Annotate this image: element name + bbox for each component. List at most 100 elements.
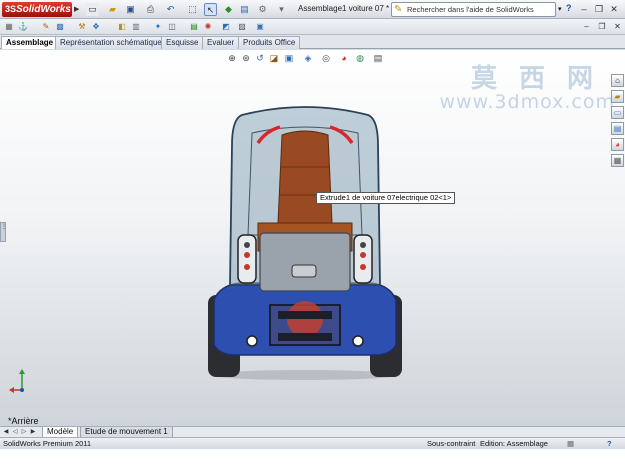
seat-back — [277, 130, 333, 224]
pane-close-icon[interactable]: ✕ — [612, 21, 623, 32]
hide-show-items-icon[interactable]: ◎ — [320, 52, 332, 64]
constraint-status: Sous-contraint — [427, 439, 476, 448]
left-light-dot-3 — [244, 264, 250, 270]
instant3d-icon[interactable]: ◩ — [220, 21, 232, 33]
close-icon[interactable]: ✕ — [608, 3, 620, 15]
customize-arrow-icon[interactable]: ▾ — [275, 3, 288, 16]
view-orientation-icon[interactable]: ▣ — [283, 52, 295, 64]
feature-manager-handle[interactable]: ⋮ — [0, 222, 7, 242]
help-search-placeholder: Rechercher dans l'aide de SolidWorks — [407, 5, 534, 14]
sketch-icon[interactable]: ✎ — [40, 21, 52, 33]
minimize-icon[interactable]: – — [578, 3, 590, 15]
pane-restore-icon[interactable]: ❐ — [596, 21, 607, 32]
zoom-to-fit-icon[interactable]: ⊕ — [226, 52, 238, 64]
restore-icon[interactable]: ❐ — [593, 3, 605, 15]
tab-representation-schematique[interactable]: Représentation schématique — [55, 36, 167, 49]
version-label: SolidWorks Premium 2011 — [3, 439, 92, 448]
mate-icon[interactable]: ⚓ — [17, 21, 29, 33]
reference-geometry-icon[interactable]: ✦ — [152, 21, 164, 33]
custom-properties-icon[interactable]: ▦ — [611, 154, 624, 167]
right-light-dot-3 — [360, 264, 366, 270]
help-search-icon: ✎ — [394, 4, 403, 15]
bill-of-materials-icon[interactable]: ▤ — [188, 21, 200, 33]
left-light-dot-1 — [244, 242, 250, 248]
component-pattern-icon[interactable]: ▩ — [54, 21, 66, 33]
status-help-icon[interactable]: ? — [607, 439, 612, 449]
graphics-area[interactable]: ⊕ ⊛ ↺ ◪ ▣ ◈ ◎ ◕ ◍ ▤ 莫西网 www.3dmox.com ⌂ … — [0, 50, 625, 426]
resources-icon[interactable]: ⌂ — [611, 74, 624, 87]
new-motion-study-icon[interactable]: ◫ — [166, 21, 178, 33]
zoom-area-icon[interactable]: ⊛ — [240, 52, 252, 64]
show-hidden-icon[interactable]: ◧ — [116, 21, 128, 33]
right-reflector — [352, 335, 364, 347]
save-icon[interactable]: ▣ — [124, 3, 137, 16]
file-explorer-icon[interactable]: ▭ — [611, 106, 624, 119]
component-tooltip: Extrude1 de voiture 07electrique 02<1> — [316, 192, 456, 204]
tab-produits-office[interactable]: Produits Office — [238, 36, 301, 49]
z-axis — [20, 388, 24, 392]
chassis-bar-2 — [278, 333, 332, 341]
undo-icon[interactable]: ↶ — [164, 3, 177, 16]
first-tab-icon[interactable]: ◀ — [2, 428, 10, 437]
model-tabs-bar: ◀ ◁ ▷ ▶ Modèle Etude de mouvement 1 — [0, 426, 625, 438]
section-view-icon[interactable]: ◪ — [268, 52, 280, 64]
options-icon[interactable]: ⚙ — [256, 3, 269, 16]
rear-handle — [291, 264, 317, 278]
view-palette-icon[interactable]: ▤ — [611, 122, 624, 135]
rear-panel — [259, 232, 351, 292]
exploded-view-icon[interactable]: ✺ — [202, 21, 214, 33]
new-document-icon[interactable]: ▭ — [86, 3, 99, 16]
title-bar: 3S SolidWorks ▶ ▭ ▰ ▣ ⎙ ↶ ⬚ ↖ ◆ ▤ ⚙ ▾ As… — [0, 0, 625, 19]
chassis-bar-1 — [278, 311, 332, 319]
insert-component-icon[interactable]: ▦ — [3, 21, 15, 33]
command-toolbar: ▦ ⚓ ✎ ▩ ⚒ ✥ ◧ ▥ ✦ ◫ ▤ ✺ ◩ ▨ ▣ – ❐ ✕ — [0, 19, 625, 35]
prev-tab-icon[interactable]: ◁ — [11, 428, 19, 437]
app-name: SolidWorks — [16, 4, 71, 15]
help-search-input[interactable]: ✎ Rechercher dans l'aide de SolidWorks — [391, 2, 556, 17]
file-properties-icon[interactable]: ▤ — [238, 3, 251, 16]
watermark-url: www.3dmox.com — [439, 91, 615, 113]
status-bar: SolidWorks Premium 2011 Sous-contraint E… — [0, 437, 625, 449]
left-light-dot-2 — [244, 252, 250, 258]
tab-esquisse[interactable]: Esquisse — [161, 36, 204, 49]
task-pane-tabs: ⌂ ▰ ▭ ▤ ◕ ▦ — [610, 74, 625, 170]
clearance-icon[interactable]: ▣ — [254, 21, 266, 33]
previous-view-icon[interactable]: ↺ — [254, 52, 266, 64]
y-arrow — [19, 369, 25, 374]
watermark: 莫西网 www.3dmox.com — [440, 58, 615, 113]
command-manager-tabs: Assemblage Représentation schématique Es… — [0, 35, 625, 49]
car-model[interactable] — [200, 105, 410, 380]
move-component-icon[interactable]: ✥ — [90, 21, 102, 33]
left-reflector — [246, 335, 258, 347]
last-tab-icon[interactable]: ▶ — [29, 428, 37, 437]
display-style-icon[interactable]: ◈ — [302, 52, 314, 64]
appearance-icon[interactable]: ◕ — [338, 52, 350, 64]
pane-minimize-icon[interactable]: – — [581, 21, 592, 32]
solidworks-logo-icon: 3S — [5, 4, 17, 14]
solidworks-logo[interactable]: 3S SolidWorks — [2, 2, 72, 17]
interference-icon[interactable]: ▨ — [236, 21, 248, 33]
tab-assemblage[interactable]: Assemblage — [1, 36, 59, 49]
design-library-icon[interactable]: ▰ — [611, 90, 624, 103]
desktop-strip — [0, 449, 625, 469]
help-icon[interactable]: ? — [566, 3, 572, 13]
print-icon[interactable]: ⎙ — [144, 3, 157, 16]
reference-triad — [9, 369, 25, 393]
assembly-features-icon[interactable]: ▥ — [130, 21, 142, 33]
select-icon[interactable]: ⬚ — [186, 3, 199, 16]
menu-arrow-icon[interactable]: ▶ — [74, 5, 79, 13]
view-settings-icon[interactable]: ▤ — [372, 52, 384, 64]
open-folder-icon[interactable]: ▰ — [106, 3, 119, 16]
smart-fasteners-icon[interactable]: ⚒ — [76, 21, 88, 33]
pointer-icon[interactable]: ↖ — [204, 3, 217, 16]
pane-controls: – ❐ ✕ — [579, 21, 623, 32]
tab-evaluer[interactable]: Evaluer — [202, 36, 240, 49]
appearances-scenes-icon[interactable]: ◕ — [611, 138, 624, 151]
rebuild-icon[interactable]: ◆ — [222, 3, 235, 16]
status-bar-toggle-icon[interactable]: ▦ — [567, 439, 574, 449]
view-orientation-label: *Arrière — [8, 416, 39, 426]
x-arrow — [9, 387, 14, 393]
search-dropdown-icon[interactable]: ▾ — [558, 5, 562, 13]
scene-icon[interactable]: ◍ — [354, 52, 366, 64]
next-tab-icon[interactable]: ▷ — [20, 428, 28, 437]
